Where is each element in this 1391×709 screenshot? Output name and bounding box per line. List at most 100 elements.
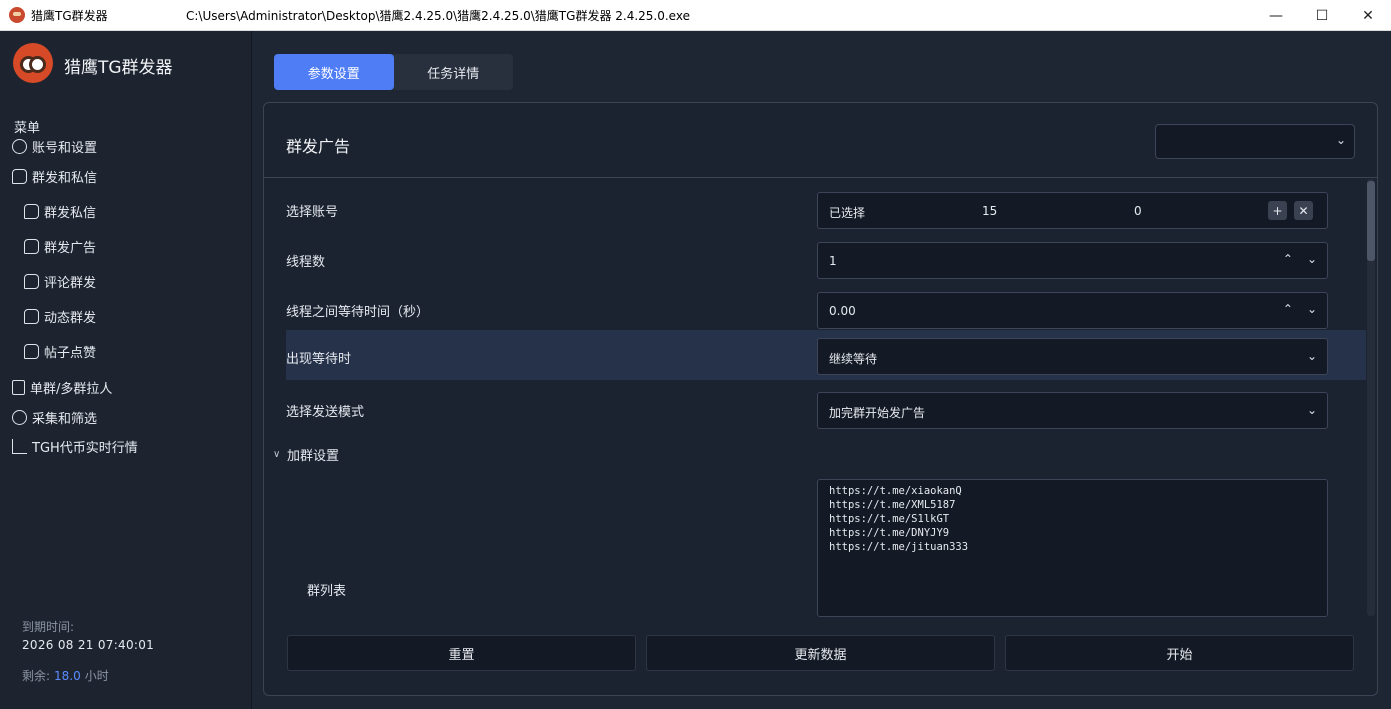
row-send-mode: 选择发送模式 加完群开始发广告 ⌄ bbox=[286, 386, 1366, 432]
sidebar-item-group-invite[interactable]: 单群/多群拉人 bbox=[12, 376, 112, 398]
unselected-count: 0 bbox=[1134, 204, 1142, 218]
expiry-value: 2026 08 21 07:40:01 bbox=[22, 638, 155, 652]
sidebar-item-comment-broadcast[interactable]: 评论群发 bbox=[24, 270, 96, 292]
reset-button[interactable]: 重置 bbox=[287, 635, 636, 671]
window-path: C:\Users\Administrator\Desktop\猎鹰2.4.25.… bbox=[186, 8, 690, 23]
sidebar-item-post-like[interactable]: 帖子点赞 bbox=[24, 340, 96, 362]
row-select-account: 选择账号 已选择 15 0 + ✕ bbox=[286, 186, 1366, 232]
owl-logo-icon bbox=[13, 43, 53, 83]
sidebar-item-label: 帖子点赞 bbox=[44, 345, 97, 361]
start-button[interactable]: 开始 bbox=[1005, 635, 1354, 671]
chevron-down-icon: ⌄ bbox=[1306, 403, 1317, 417]
selected-label: 已选择 bbox=[829, 206, 866, 220]
chat-bubble-icon bbox=[24, 343, 39, 359]
expiry-label: 到期时间: bbox=[22, 620, 75, 634]
stepper-arrows: ⌃ ⌄ bbox=[1283, 252, 1317, 266]
sidebar-item-mass-ad[interactable]: 群发广告 bbox=[24, 235, 96, 257]
document-icon bbox=[12, 379, 25, 395]
chat-bubble-icon bbox=[24, 308, 39, 324]
row-thread-wait: 线程之间等待时间（秒） 0.00 ⌃ ⌄ bbox=[286, 286, 1366, 332]
sidebar-item-story-broadcast[interactable]: 动态群发 bbox=[24, 305, 96, 327]
thread-count-stepper[interactable]: 1 ⌃ ⌄ bbox=[817, 242, 1328, 279]
app-logo-icon bbox=[9, 7, 25, 23]
sidebar-item-label: 群发广告 bbox=[44, 240, 97, 256]
on-wait-value: 继续等待 bbox=[829, 352, 878, 366]
group-link: https://t.me/S1lkGT bbox=[829, 513, 950, 525]
sidebar-item-label: 群发和私信 bbox=[32, 170, 98, 186]
preset-select[interactable]: ⌄ bbox=[1155, 124, 1355, 159]
account-selector[interactable]: 已选择 15 0 + ✕ bbox=[817, 192, 1328, 229]
sidebar-item-label: 单群/多群拉人 bbox=[30, 381, 113, 397]
selected-count: 15 bbox=[982, 204, 998, 218]
row-label: 选择发送模式 bbox=[286, 405, 365, 420]
close-button[interactable]: ✕ bbox=[1345, 0, 1391, 31]
chevron-down-icon: ⌄ bbox=[1306, 349, 1317, 363]
on-wait-select[interactable]: 继续等待 ⌄ bbox=[817, 338, 1328, 375]
chevron-up-icon[interactable]: ⌃ bbox=[1283, 302, 1293, 316]
group-list-textarea[interactable]: https://t.me/xiaokanQ https://t.me/XML51… bbox=[817, 479, 1328, 617]
row-label: 线程数 bbox=[286, 255, 326, 270]
comment-search-icon bbox=[24, 273, 39, 289]
divider bbox=[264, 177, 1377, 178]
window-controls: — ☐ ✕ bbox=[1253, 0, 1391, 31]
remaining-unit: 小时 bbox=[84, 669, 109, 683]
sidebar-item-label: 采集和筛选 bbox=[32, 411, 98, 427]
thread-wait-stepper[interactable]: 0.00 ⌃ ⌄ bbox=[817, 292, 1328, 329]
maximize-button[interactable]: ☐ bbox=[1299, 0, 1345, 31]
thread-wait-value: 0.00 bbox=[829, 304, 856, 318]
title-bar: 猎鹰TG群发器 C:\Users\Administrator\Desktop\猎… bbox=[0, 0, 1391, 31]
sidebar-item-token-market[interactable]: TGH代币实时行情 bbox=[12, 435, 138, 457]
remaining-time: 剩余: 18.0 小时 bbox=[22, 667, 109, 684]
user-circle-icon bbox=[12, 138, 27, 154]
minimize-button[interactable]: — bbox=[1253, 0, 1299, 31]
clear-account-button[interactable]: ✕ bbox=[1294, 201, 1313, 220]
group-link: https://t.me/xiaokanQ bbox=[829, 485, 962, 497]
section-title: 加群设置 bbox=[287, 449, 340, 464]
sidebar-item-account-settings[interactable]: 账号和设置 bbox=[12, 135, 97, 157]
sidebar-item-label: 群发私信 bbox=[44, 205, 97, 221]
scrollbar-thumb[interactable] bbox=[1367, 181, 1375, 261]
send-mode-select[interactable]: 加完群开始发广告 ⌄ bbox=[817, 392, 1328, 429]
tab-bar: 参数设置 任务详情 bbox=[274, 54, 513, 90]
thread-count-value: 1 bbox=[829, 254, 837, 268]
sidebar-item-label: 评论群发 bbox=[44, 275, 97, 291]
panel-scrollbar[interactable] bbox=[1367, 179, 1375, 616]
chat-bubble-icon bbox=[12, 168, 27, 184]
chevron-down-icon: ∨ bbox=[273, 449, 281, 460]
target-icon bbox=[12, 409, 27, 425]
chevron-down-icon[interactable]: ⌄ bbox=[1307, 252, 1317, 266]
send-mode-value: 加完群开始发广告 bbox=[829, 406, 926, 420]
group-list-label: 群列表 bbox=[307, 584, 347, 599]
add-account-button[interactable]: + bbox=[1268, 201, 1287, 220]
row-thread-count: 线程数 1 ⌃ ⌄ bbox=[286, 236, 1366, 282]
sidebar-item-mass-dm[interactable]: 群发私信 bbox=[24, 200, 96, 222]
panel-title: 群发广告 bbox=[286, 137, 351, 156]
chevron-up-icon[interactable]: ⌃ bbox=[1283, 252, 1293, 266]
menu-heading: 菜单 bbox=[14, 121, 41, 136]
remaining-label: 剩余: bbox=[22, 669, 51, 683]
brand-name: 猎鹰TG群发器 bbox=[64, 58, 173, 78]
chart-icon bbox=[12, 438, 27, 454]
sidebar-item-label: 账号和设置 bbox=[32, 140, 98, 156]
join-group-section[interactable]: ∨ 加群设置 bbox=[273, 445, 339, 464]
stepper-arrows: ⌃ ⌄ bbox=[1283, 302, 1317, 316]
settings-panel: 群发广告 ⌄ 选择账号 已选择 15 0 + ✕ 线程数 1 ⌃ ⌄ 线程之间等… bbox=[263, 102, 1378, 696]
chat-bubble-icon bbox=[24, 203, 39, 219]
chevron-down-icon[interactable]: ⌄ bbox=[1307, 302, 1317, 316]
row-label: 选择账号 bbox=[286, 205, 339, 220]
sidebar-item-label: TGH代币实时行情 bbox=[32, 440, 138, 456]
row-label: 线程之间等待时间（秒） bbox=[286, 305, 430, 320]
window-title: 猎鹰TG群发器 bbox=[31, 8, 108, 23]
remaining-value: 18.0 bbox=[54, 669, 81, 683]
sidebar-item-broadcast-dm[interactable]: 群发和私信 bbox=[12, 165, 97, 187]
sidebar: 猎鹰TG群发器 菜单 账号和设置 群发和私信 群发私信 群发广告 评论群发 动态… bbox=[0, 31, 252, 709]
refresh-data-button[interactable]: 更新数据 bbox=[646, 635, 995, 671]
tab-parameters[interactable]: 参数设置 bbox=[274, 54, 394, 90]
row-label: 出现等待时 bbox=[286, 352, 352, 367]
tab-task-details[interactable]: 任务详情 bbox=[394, 54, 514, 90]
group-link: https://t.me/DNYJY9 bbox=[829, 527, 950, 539]
sidebar-item-label: 动态群发 bbox=[44, 310, 97, 326]
row-on-wait: 出现等待时 继续等待 ⌄ bbox=[286, 330, 1366, 380]
sidebar-item-scrape-filter[interactable]: 采集和筛选 bbox=[12, 406, 97, 428]
group-link: https://t.me/jituan333 bbox=[829, 541, 969, 553]
